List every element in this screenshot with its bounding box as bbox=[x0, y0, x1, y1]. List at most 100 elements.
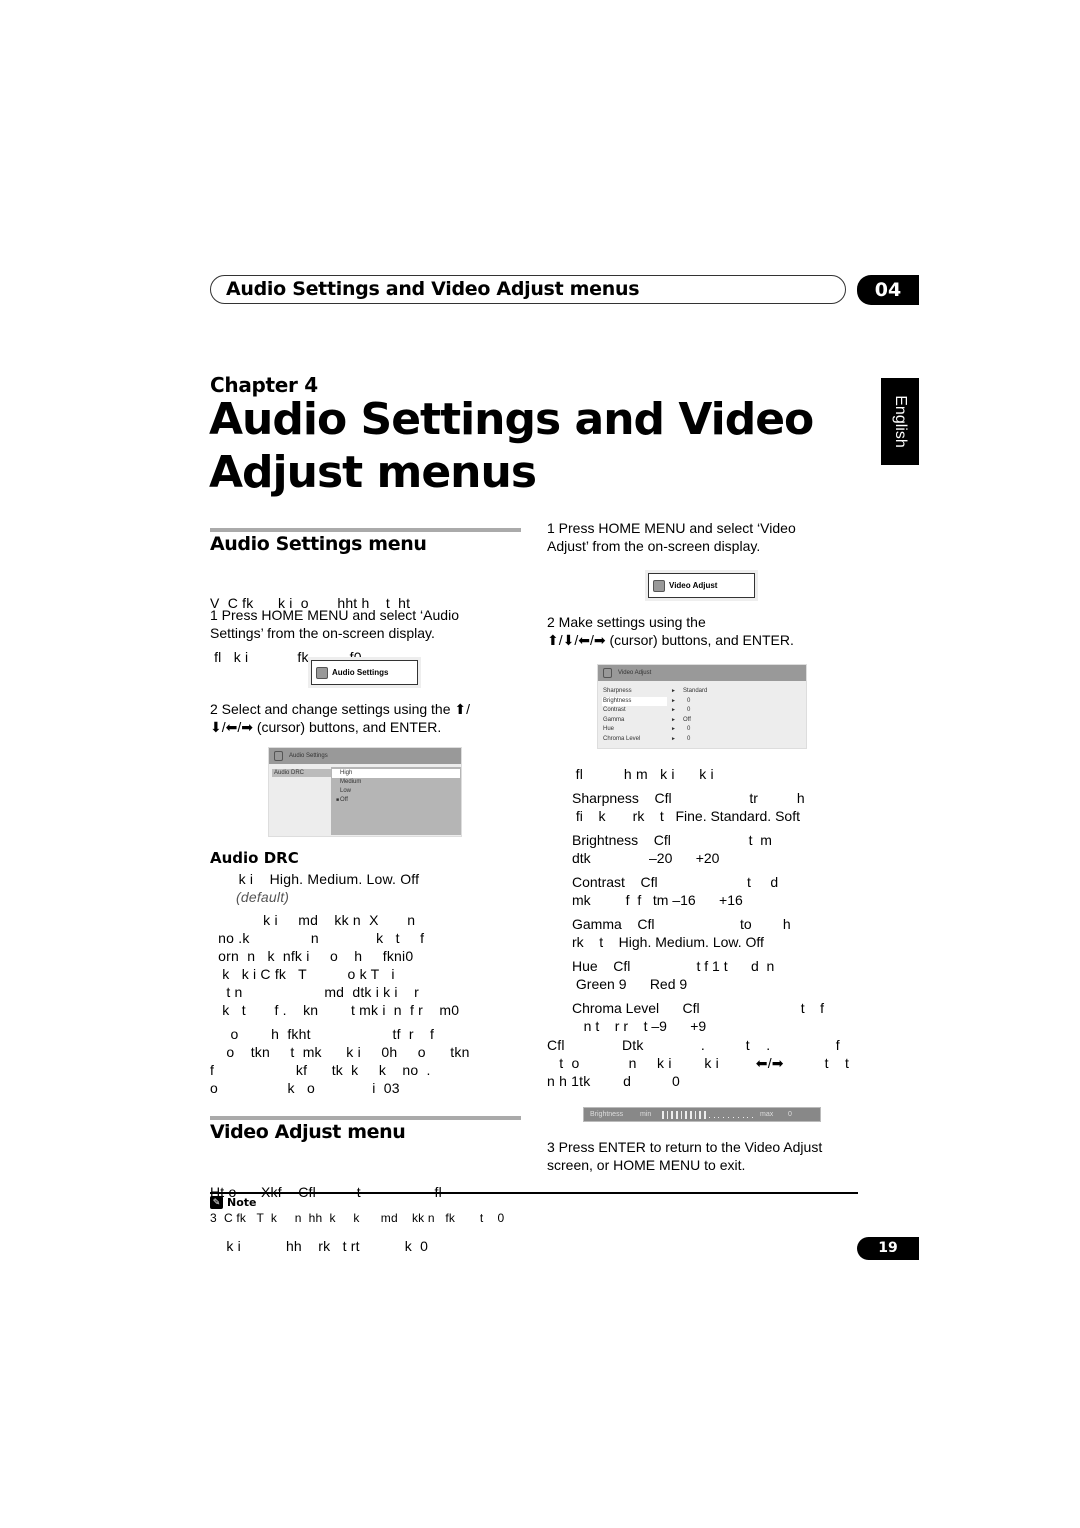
osd-row[interactable]: Contrast ► 0 bbox=[602, 706, 802, 716]
video-monitor-icon bbox=[653, 579, 665, 592]
row-label: Hue bbox=[603, 726, 615, 732]
bar-segment-filled bbox=[676, 1110, 678, 1119]
video-section-title: Video Adjust menu bbox=[210, 1121, 406, 1143]
setting-description: Hue Cfl t f 1 t d n Green 9 Red 9 bbox=[572, 957, 824, 993]
bar-segment-filled bbox=[662, 1110, 664, 1119]
note-header: ✎ Note bbox=[210, 1196, 256, 1209]
text-line: k i md kk n X n bbox=[210, 912, 416, 928]
text-line: Sharpness Cfl tr h bbox=[572, 790, 805, 806]
osd-option[interactable]: Low bbox=[332, 787, 460, 796]
setting-description: Chroma Level Cfl t f n t r r t –9 +9 bbox=[572, 999, 824, 1035]
audio-section-title: Audio Settings menu bbox=[210, 533, 427, 555]
option-label: High bbox=[340, 770, 353, 776]
video-monitor-icon bbox=[603, 668, 612, 678]
osd-row[interactable]: Hue ► 0 bbox=[602, 725, 802, 735]
text-line: Hue Cfl t f 1 t d n bbox=[572, 958, 775, 974]
osd-header: Audio Settings bbox=[269, 748, 461, 764]
text-line: t o n k i k i ⬅/➡ t t bbox=[547, 1055, 850, 1071]
text-line: t n md dtk i k i r bbox=[210, 984, 419, 1000]
menu-button-label: Audio Settings bbox=[332, 668, 389, 677]
note-divider bbox=[210, 1192, 858, 1194]
bar-segment-filled bbox=[666, 1110, 669, 1119]
video-step-3: 3 Press ENTER to return to the Video Adj… bbox=[547, 1138, 822, 1174]
arrow-right-icon: ► bbox=[671, 735, 676, 742]
bar-value: 0 bbox=[788, 1111, 792, 1118]
row-value: 0 bbox=[687, 697, 691, 704]
arrow-right-icon: ► bbox=[671, 716, 676, 723]
audio-step-1: 1 Press HOME MENU and select ‘Audio Sett… bbox=[210, 606, 459, 642]
bar-segment-empty bbox=[732, 1117, 734, 1118]
text-line: o tkn t mk k i 0h o tkn bbox=[210, 1044, 470, 1060]
text-line: 1 Press HOME MENU and select ‘Video bbox=[547, 520, 796, 536]
text-line: dtk –20 +20 bbox=[572, 850, 720, 866]
video-adjust-menu-button[interactable]: Video Adjust bbox=[648, 573, 755, 598]
arrow-right-icon: ► bbox=[671, 726, 676, 732]
speaker-icon bbox=[274, 751, 283, 761]
osd-row[interactable]: Brightness ► 0 bbox=[602, 696, 802, 706]
option-label: Off bbox=[340, 797, 348, 803]
osd-option[interactable]: Medium bbox=[332, 778, 460, 787]
text-line: Green 9 Red 9 bbox=[572, 976, 688, 992]
row-label: Gamma bbox=[603, 716, 625, 723]
bar-label: Brightness bbox=[590, 1111, 624, 1118]
setting-description: Brightness Cfl t m dtk –20 +20 bbox=[572, 831, 824, 867]
text-line: fi k rk t Fine. Standard. Soft bbox=[572, 808, 800, 824]
bar-segment-filled bbox=[690, 1110, 692, 1119]
audio-settings-menu-button[interactable]: Audio Settings bbox=[311, 660, 418, 685]
option-label: Medium bbox=[340, 779, 362, 785]
text-line: n h 1tk d 0 bbox=[547, 1073, 681, 1089]
video-step-2: 2 Make settings using the ⬆/⬇/⬅/➡ (curso… bbox=[547, 613, 794, 649]
audio-step-2: 2 Select and change settings using the ⬆… bbox=[210, 700, 470, 736]
row-value: 0 bbox=[687, 735, 691, 742]
text-line: rk t High. Medium. Low. Off bbox=[572, 934, 764, 950]
video-adjust-osd: Video Adjust Sharpness ► Standard Brightnes… bbox=[597, 664, 807, 749]
chapter-title-line1: Audio Settings and Video bbox=[209, 394, 814, 445]
speaker-icon bbox=[316, 666, 328, 679]
osd-title: Video Adjust bbox=[618, 670, 652, 676]
setting-description: Sharpness Cfl tr h fi k rk t Fine. Stand… bbox=[572, 789, 824, 825]
note-label: Note bbox=[227, 1196, 257, 1209]
section-divider bbox=[210, 528, 521, 532]
chapter-number-badge: 04 bbox=[857, 275, 919, 305]
language-label: English bbox=[892, 395, 909, 448]
osd-row[interactable]: Chroma Level ► 0 bbox=[602, 735, 802, 745]
language-tab: English bbox=[881, 378, 919, 465]
osd-item-audio-drc[interactable]: Audio DRC bbox=[272, 769, 334, 777]
osd-row[interactable]: Sharpness ► Standard bbox=[602, 687, 802, 697]
bar-segment-filled bbox=[704, 1110, 706, 1119]
text-line: Adjust’ from the on-screen display. bbox=[547, 538, 761, 554]
text-line: Cfl Dtk . t . f bbox=[547, 1037, 840, 1053]
row-value: 0 bbox=[687, 726, 691, 732]
brightness-level-bar[interactable]: Brightness min max 0 bbox=[583, 1107, 821, 1122]
text-line: o k o i 03 bbox=[210, 1080, 400, 1096]
text-line: mk f f tm –16 +16 bbox=[572, 892, 743, 908]
bar-segment-empty bbox=[718, 1117, 720, 1118]
bar-segments bbox=[662, 1110, 756, 1119]
row-value: 0 bbox=[687, 707, 691, 713]
text-line: k i hh rk t rt k 0 bbox=[210, 1238, 429, 1254]
audio-drc-title: Audio DRC bbox=[210, 849, 299, 867]
bar-segment-filled bbox=[685, 1110, 688, 1119]
video-settings-list: Sharpness Cfl tr h fi k rk t Fine. Stand… bbox=[572, 789, 824, 1041]
osd-row[interactable]: Gamma ► Off bbox=[602, 716, 802, 726]
pencil-icon: ✎ bbox=[210, 1196, 223, 1209]
text-line: f kf tk k k no . bbox=[210, 1062, 431, 1078]
text-line: 2 Make settings using the bbox=[547, 614, 706, 630]
osd-options-panel: High Medium Low ■Off bbox=[331, 767, 461, 835]
chapter-title: Audio Settings and Video Adjust menus bbox=[209, 393, 814, 499]
arrow-right-icon: ► bbox=[671, 707, 676, 713]
row-value: Standard bbox=[683, 688, 708, 694]
text-line: screen, or HOME MENU to exit. bbox=[547, 1157, 746, 1173]
bar-segment-empty bbox=[742, 1117, 744, 1118]
text-line: 1 Press HOME MENU and select ‘Audio bbox=[210, 607, 459, 623]
video-step-1: 1 Press HOME MENU and select ‘Video Adju… bbox=[547, 519, 796, 555]
bar-max-label: max bbox=[760, 1111, 774, 1118]
osd-title: Audio Settings bbox=[289, 753, 328, 759]
page-number: 19 bbox=[857, 1237, 919, 1260]
audio-settings-osd: Audio Settings Audio DRC High Medium Low ■O… bbox=[268, 747, 462, 837]
osd-option[interactable]: High bbox=[332, 769, 460, 778]
osd-option[interactable]: ■Off bbox=[332, 796, 460, 805]
text-line: 3 Press ENTER to return to the Video Adj… bbox=[547, 1139, 823, 1155]
chapter-title-line2: Adjust menus bbox=[209, 447, 537, 498]
bar-segment-empty bbox=[728, 1117, 729, 1118]
